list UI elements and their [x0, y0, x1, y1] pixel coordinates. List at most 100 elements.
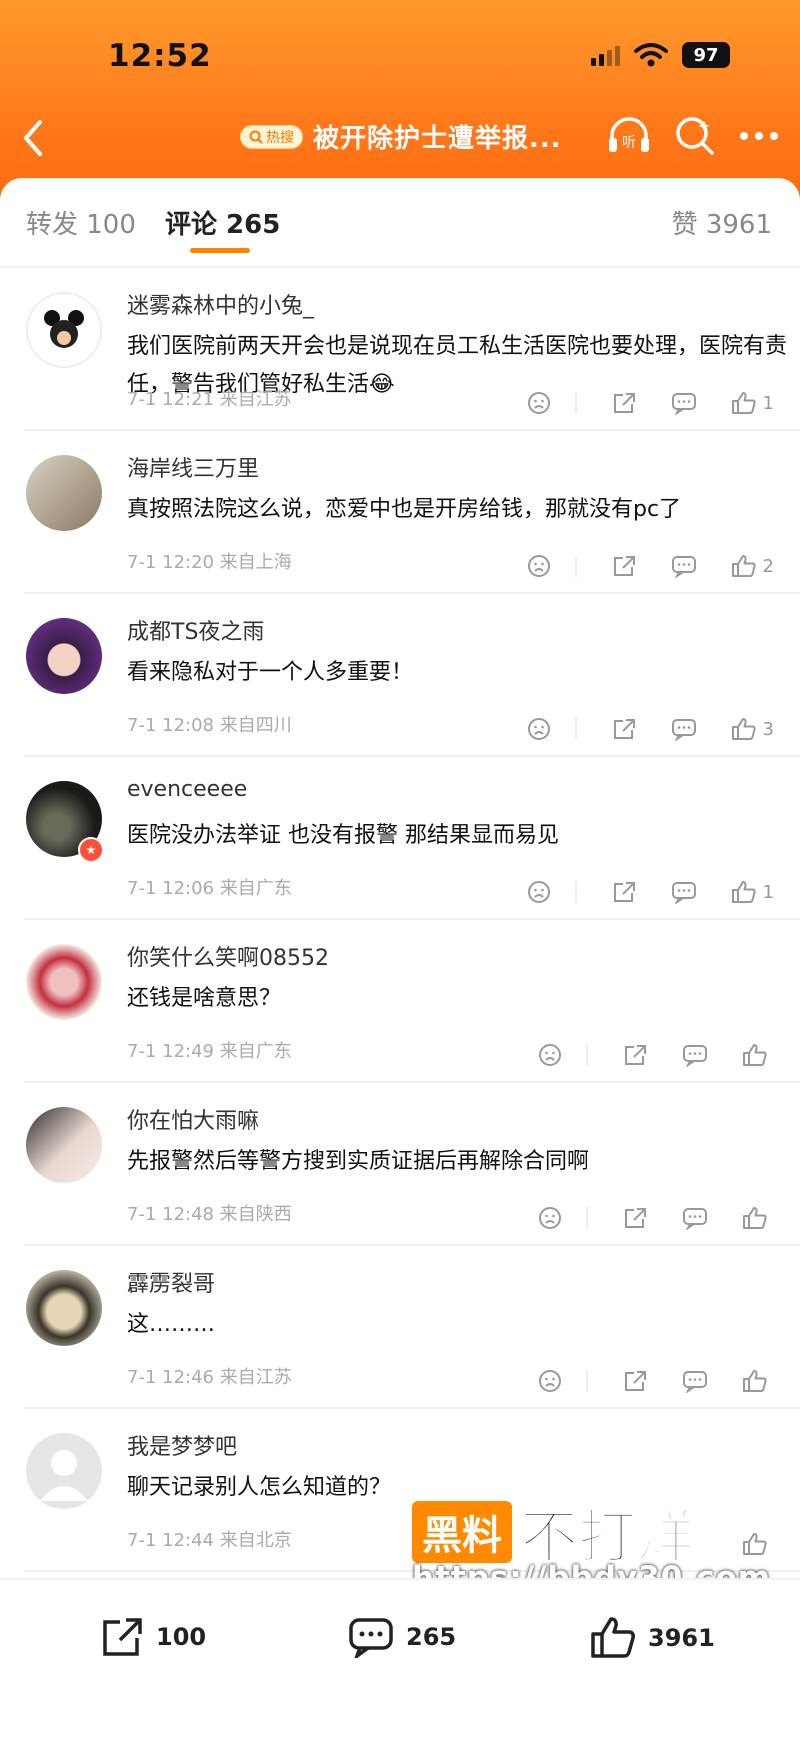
comment-text: 看来隐私对于一个人多重要！ [127, 660, 414, 685]
comment-actions: 3 [493, 717, 774, 741]
comment-item: 海岸线三万里 真按照法院这么说，恋爱中也是开房给钱，那就没有pc了 7-1 12… [24, 431, 800, 594]
reply-button[interactable] [682, 1043, 708, 1067]
dislike-face-icon [539, 1370, 561, 1392]
like-button[interactable]: 3 [731, 717, 774, 741]
like-button[interactable] [742, 1206, 774, 1230]
hot-badge-label: 热搜 [266, 129, 294, 146]
comment-author[interactable]: 霹雳裂哥 [127, 1266, 215, 1298]
dislike-button[interactable] [527, 391, 551, 415]
reply-button[interactable] [671, 880, 697, 904]
dislike-button[interactable] [527, 880, 551, 904]
dislike-button[interactable] [538, 1043, 562, 1067]
reply-button[interactable] [682, 1369, 708, 1393]
reply-button[interactable] [671, 717, 697, 741]
comment-author[interactable]: evenceeee [127, 777, 247, 802]
repost-count: 100 [156, 1623, 207, 1651]
dislike-face-icon [527, 718, 550, 740]
battery-indicator: 97 [682, 42, 730, 68]
avatar[interactable] [26, 618, 102, 694]
comment-actions: 1 [493, 880, 774, 904]
comment-text: 真按照法院这么说，恋爱中也是开房给钱，那就没有pc了 [127, 497, 682, 522]
thumbs-up-icon [743, 1370, 767, 1392]
like-button[interactable] [742, 1043, 774, 1067]
signal-icon [591, 44, 620, 66]
comment-text: 还钱是啥意思？ [127, 986, 282, 1011]
back-arrow-icon[interactable] [18, 118, 48, 158]
share-button[interactable] [622, 1369, 648, 1393]
like-count: 1 [762, 392, 774, 414]
avatar[interactable] [26, 292, 102, 368]
comment-item: 你笑什么笑啊08552 还钱是啥意思？ 7-1 12:49 来自广东 [24, 920, 800, 1083]
divider [574, 555, 577, 577]
thumbs-up-icon [743, 1044, 767, 1066]
avatar[interactable] [26, 944, 102, 1020]
comment-meta: 7-1 12:49 来自广东 [127, 1041, 292, 1062]
status-indicators: 97 [591, 42, 730, 68]
listen-headphones-icon[interactable]: 听 [606, 114, 652, 158]
share-button[interactable] [622, 1206, 648, 1230]
share-button[interactable] [611, 717, 637, 741]
avatar[interactable] [26, 1433, 102, 1509]
comment-actions: 1 [493, 391, 774, 415]
comment-author[interactable]: 海岸线三万里 [127, 451, 259, 483]
dislike-button[interactable] [527, 717, 551, 741]
like-action[interactable]: 3961 [590, 1616, 715, 1660]
share-button[interactable] [611, 391, 637, 415]
dislike-button[interactable] [538, 1369, 562, 1393]
comment-author[interactable]: 迷雾森林中的小兔_ [127, 288, 314, 320]
reply-button[interactable] [671, 391, 697, 415]
dislike-button[interactable] [538, 1206, 562, 1230]
thumbs-up-icon [731, 881, 756, 903]
like-button[interactable]: 2 [731, 554, 774, 578]
search-icon[interactable] [674, 115, 716, 157]
comment-icon [683, 1371, 707, 1393]
comment-text: 这……… [127, 1312, 216, 1337]
more-icon[interactable] [738, 130, 780, 142]
dislike-face-icon [527, 392, 550, 414]
comment-icon [671, 719, 696, 741]
share-icon [103, 1618, 142, 1656]
hot-search-badge: 热搜 [240, 124, 303, 149]
like-button[interactable]: 1 [731, 391, 774, 415]
divider [574, 392, 577, 414]
comment-author[interactable]: 我是梦梦吧 [127, 1429, 237, 1461]
repost-action[interactable]: 100 [100, 1616, 206, 1658]
comment-author[interactable]: 成都TS夜之雨 [127, 614, 264, 646]
divider [574, 881, 577, 903]
like-button[interactable] [742, 1369, 774, 1393]
nav-title: 被开除护士遭举报... [313, 124, 562, 154]
thumbs-up-icon [731, 718, 756, 740]
reply-button[interactable] [671, 554, 697, 578]
comment-icon [671, 882, 696, 904]
tab-comment[interactable]: 评论 265 [165, 204, 280, 241]
share-icon [613, 882, 635, 902]
comment-meta: 7-1 12:21 来自江苏 [127, 389, 292, 410]
avatar[interactable] [26, 1107, 102, 1183]
top-header: 12:52 97 热搜 被开除护士遭举报... 听 [0, 0, 800, 200]
comment-actions [504, 1043, 774, 1067]
svg-text:听: 听 [622, 135, 636, 151]
like-count: 1 [762, 881, 774, 903]
comment-item: 迷雾森林中的小兔_ 我们医院前两天开会也是说现在员工私生活医院也要处理，医院有责… [24, 268, 800, 431]
comment-action[interactable]: 265 [348, 1616, 456, 1658]
tab-repost[interactable]: 转发 100 [26, 204, 136, 241]
status-time: 12:52 [108, 38, 212, 74]
comment-author[interactable]: 你笑什么笑啊08552 [127, 940, 329, 972]
reply-button[interactable] [682, 1206, 708, 1230]
avatar[interactable] [26, 1270, 102, 1346]
comment-item: 成都TS夜之雨 看来隐私对于一个人多重要！ 7-1 12:08 来自四川 3 [24, 594, 800, 757]
tabs-bar: 转发 100 评论 265 赞 3961 [0, 178, 800, 258]
divider [586, 1370, 588, 1392]
like-button[interactable] [742, 1532, 774, 1556]
share-button[interactable] [611, 554, 637, 578]
topic-title[interactable]: 热搜 被开除护士遭举报... [240, 118, 562, 155]
comment-author[interactable]: 你在怕大雨嘛 [127, 1103, 259, 1135]
share-icon [625, 1208, 646, 1228]
tab-likes[interactable]: 赞 3961 [672, 204, 772, 241]
default-avatar-icon [40, 1450, 88, 1501]
like-button[interactable]: 1 [731, 880, 774, 904]
dislike-button[interactable] [527, 554, 551, 578]
share-button[interactable] [611, 880, 637, 904]
avatar[interactable] [26, 455, 102, 531]
share-button[interactable] [622, 1043, 648, 1067]
